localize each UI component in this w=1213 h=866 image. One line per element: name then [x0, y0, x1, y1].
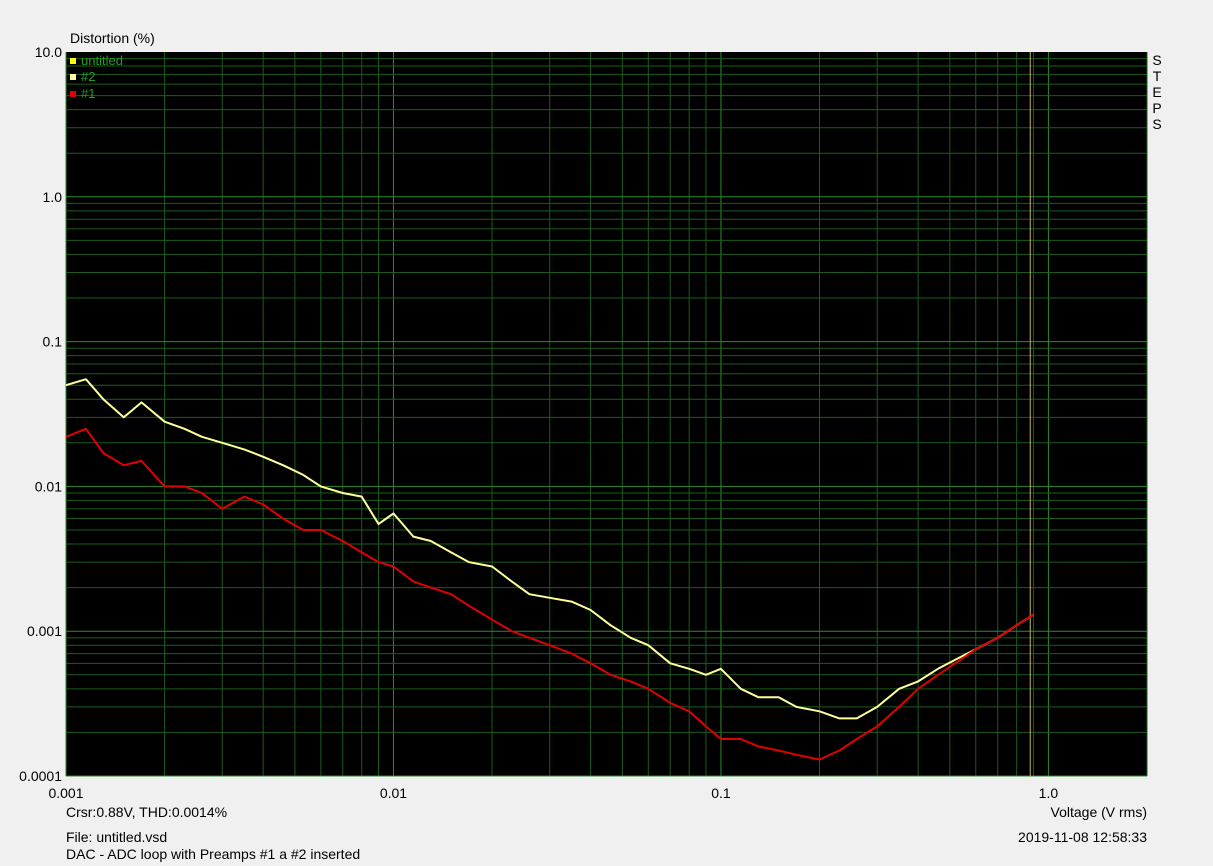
description-label: DAC - ADC loop with Preamps #1 a #2 inse… [66, 846, 361, 862]
x-tick-label: 1.0 [1039, 785, 1059, 801]
y-tick-label: 0.01 [35, 478, 62, 494]
cursor-readout: Crsr:0.88V, THD:0.0014% [66, 804, 228, 820]
legend-label-1: #1 [81, 86, 96, 101]
steps-letter: S [1152, 52, 1162, 68]
legend-swatch-untitled [70, 57, 76, 64]
legend-label-2: #2 [81, 69, 96, 84]
y-tick-label: 0.1 [43, 334, 63, 350]
legend-swatch-1 [70, 90, 76, 97]
steps-letter: T [1152, 68, 1162, 84]
y-tick-label: 1.0 [43, 189, 63, 205]
y-axis-label: Distortion (%) [70, 30, 155, 46]
steps-letter: P [1152, 100, 1162, 116]
y-tick-label: 10.0 [35, 44, 62, 60]
x-tick-label: 0.01 [380, 785, 407, 801]
legend-item-2: #2 [70, 69, 95, 84]
plot-area [66, 52, 1147, 776]
steps-letter: S [1152, 116, 1162, 132]
x-axis-label: Voltage (V rms) [1050, 804, 1147, 820]
legend-item-1: #1 [70, 86, 95, 101]
legend-item-untitled: untitled [70, 53, 123, 68]
y-tick-label: 0.0001 [19, 768, 62, 784]
legend-label-untitled: untitled [81, 53, 123, 68]
steps-letter: E [1152, 84, 1162, 100]
x-tick-label: 0.1 [711, 785, 731, 801]
distortion-chart: 0.001 0.01 0.1 1.010.01.00.10.010.0010.0001 [19, 44, 1148, 801]
timestamp: 2019-11-08 12:58:33 [1018, 829, 1147, 845]
file-label: File: untitled.vsd [66, 829, 168, 845]
steps-label[interactable]: S T E P S [1150, 52, 1164, 132]
x-tick-label: 0.001 [48, 785, 83, 801]
y-tick-label: 0.001 [27, 623, 62, 639]
legend-swatch-2 [70, 73, 76, 80]
